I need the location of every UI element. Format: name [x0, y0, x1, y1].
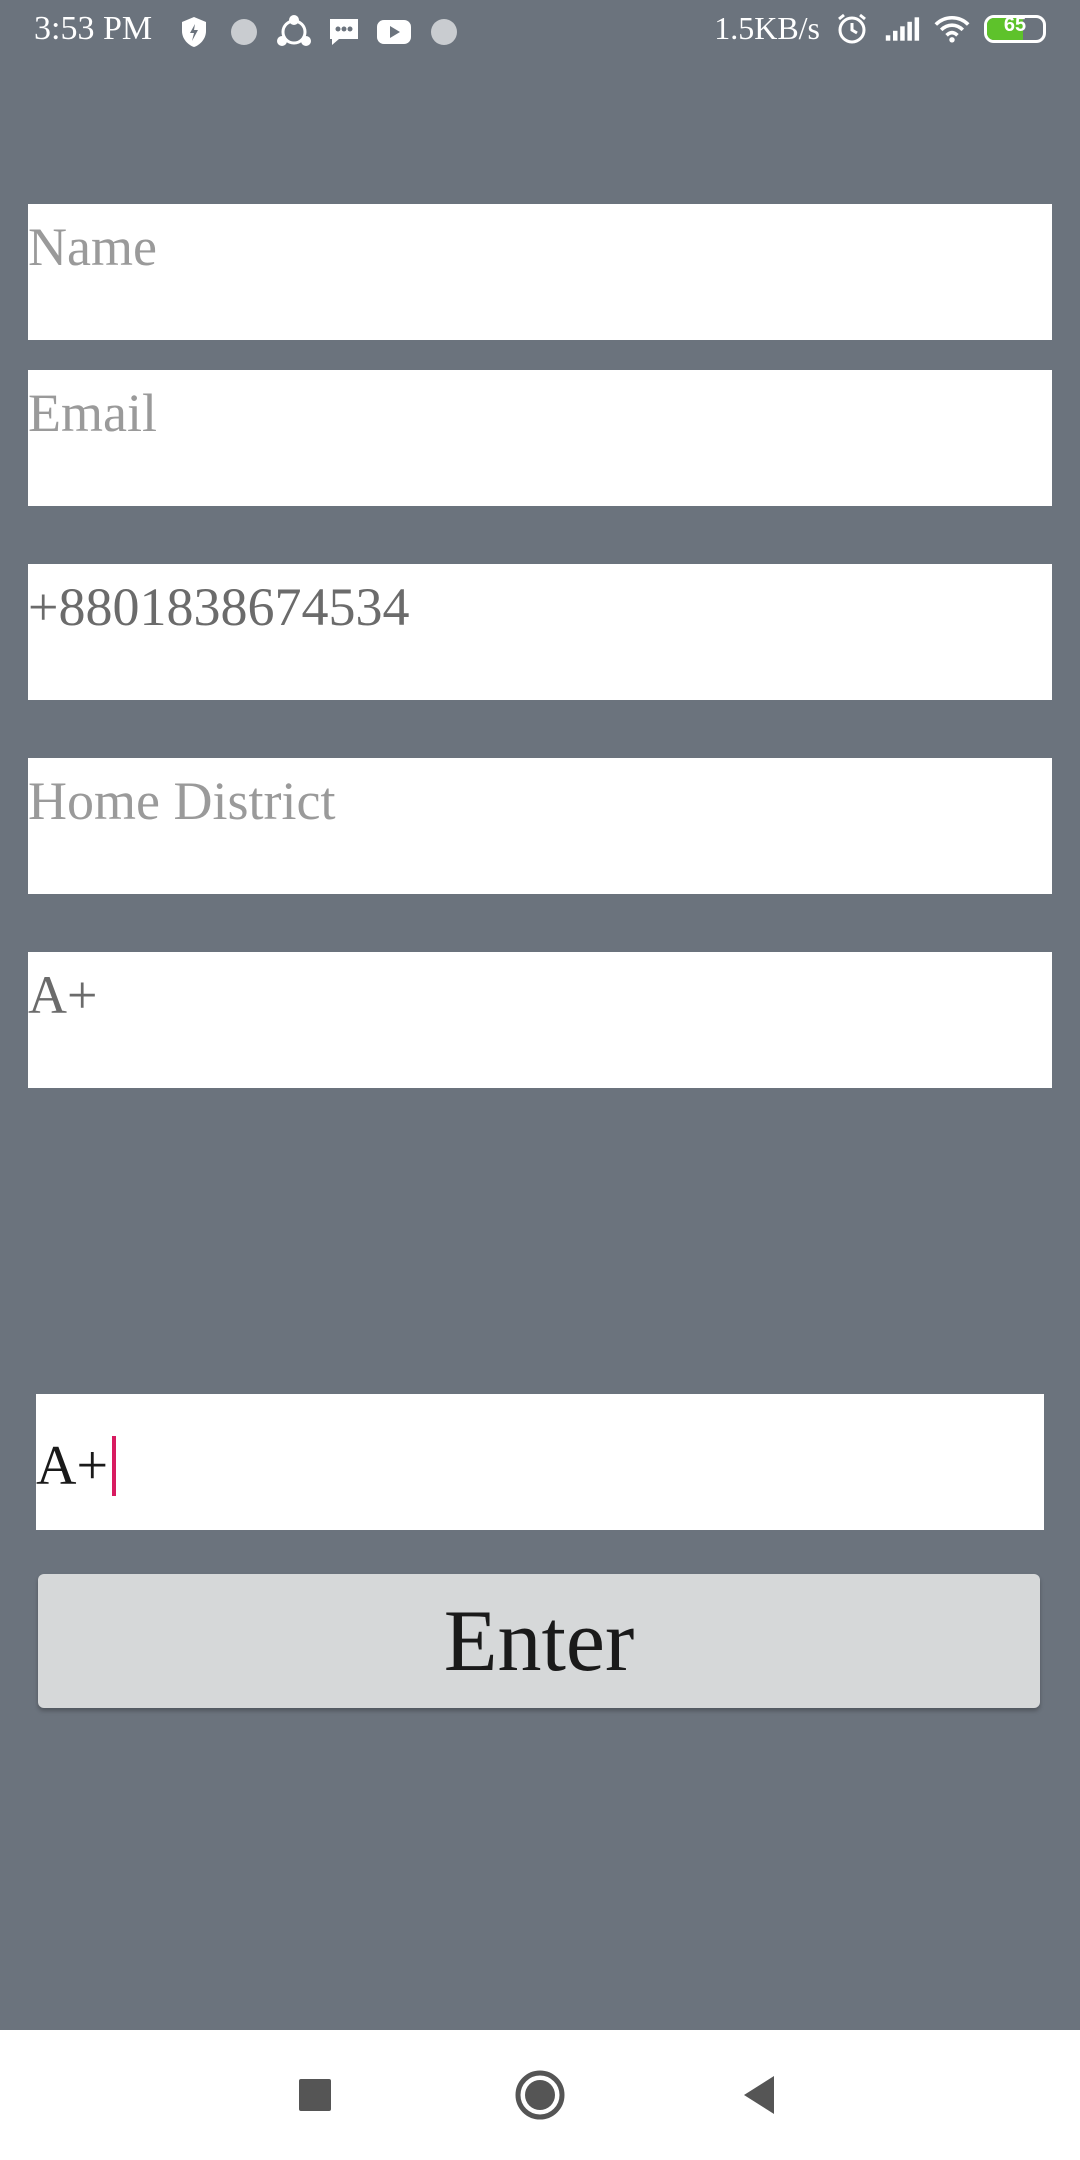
active-input-field[interactable]: A+: [36, 1394, 1044, 1530]
blood-group-input[interactable]: [28, 952, 1052, 1032]
status-bar: 3:53 PM 1.5KB/s 65: [0, 0, 1080, 66]
active-input-text: A+: [36, 1435, 109, 1497]
email-input[interactable]: [28, 370, 1052, 450]
status-time: 3:53 PM: [34, 10, 153, 47]
message-icon: [326, 14, 362, 50]
share-icon: [276, 14, 312, 50]
email-field[interactable]: [28, 370, 1052, 506]
navigation-bar: [0, 2030, 1080, 2160]
home-district-field[interactable]: [28, 758, 1052, 894]
app-dot-icon: [426, 14, 462, 50]
back-icon[interactable]: [725, 2060, 795, 2130]
phone-input[interactable]: [28, 564, 1052, 644]
name-input[interactable]: [28, 204, 1052, 284]
phone-field[interactable]: [28, 564, 1052, 700]
network-speed: 1.5KB/s: [714, 10, 820, 46]
active-input[interactable]: A+: [36, 1434, 117, 1498]
enter-button[interactable]: Enter: [38, 1574, 1040, 1708]
notification-icons: [176, 14, 462, 50]
name-field[interactable]: [28, 204, 1052, 340]
alarm-icon: [834, 11, 870, 47]
home-district-input[interactable]: [28, 758, 1052, 838]
status-right: 1.5KB/s 65: [714, 10, 1046, 47]
battery-icon: 65: [984, 14, 1046, 43]
youtube-icon: [376, 14, 412, 50]
signal-icon: [884, 11, 920, 47]
shield-icon: [176, 14, 212, 50]
home-icon[interactable]: [505, 2060, 575, 2130]
recent-apps-icon[interactable]: [280, 2060, 350, 2130]
app-dot-icon: [226, 14, 262, 50]
blood-group-field[interactable]: [28, 952, 1052, 1088]
text-cursor: [112, 1436, 117, 1496]
wifi-icon: [934, 11, 970, 47]
battery-level: 65: [1003, 14, 1027, 36]
